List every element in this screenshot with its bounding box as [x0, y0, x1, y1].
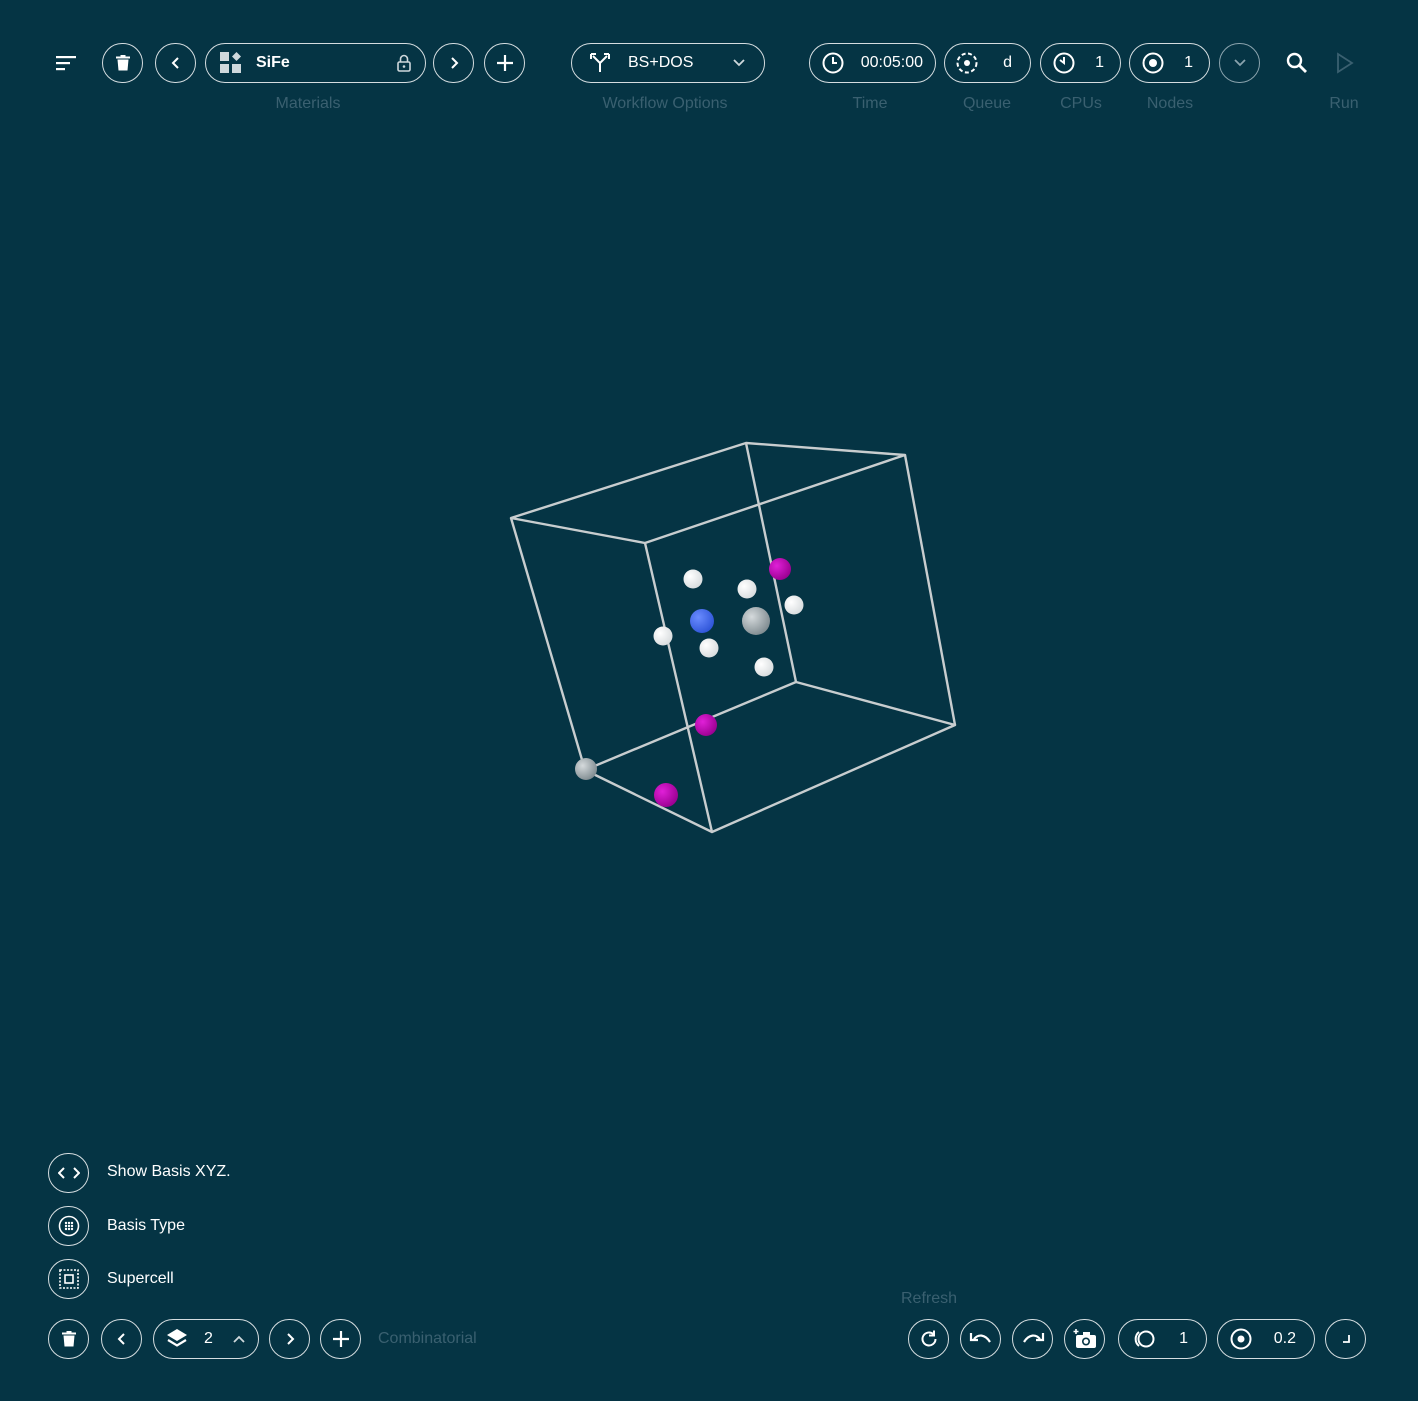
corner-icon [1342, 1335, 1350, 1343]
nodes-caption: Nodes [1146, 95, 1194, 112]
time-limit-value: 00:05:00 [860, 54, 923, 71]
workflow-name: BS+DOS [628, 54, 694, 71]
play-icon[interactable] [1332, 50, 1358, 76]
nodes-icon [1142, 52, 1164, 74]
trash-icon [61, 1331, 76, 1347]
time-limit-field[interactable]: 00:05:00 [809, 43, 936, 83]
basis-type-icon [58, 1215, 79, 1237]
chevron-left-icon [171, 57, 179, 69]
supercell-icon [58, 1269, 79, 1289]
repetition-icon [1134, 1330, 1155, 1348]
atom-gray[interactable] [575, 758, 597, 780]
next-material-button[interactable] [433, 43, 474, 83]
supercell-button[interactable] [48, 1259, 89, 1299]
time-caption: Time [852, 95, 888, 112]
undo-icon [969, 1333, 991, 1343]
nodes-value: 1 [1184, 54, 1193, 71]
layers-icon [167, 1329, 187, 1347]
materials-grid-icon [220, 52, 241, 73]
redo-button[interactable] [1012, 1319, 1053, 1359]
clock-icon [822, 52, 844, 74]
queue-icon [956, 52, 978, 74]
code-icon [57, 1167, 80, 1179]
delete-material-button[interactable] [102, 43, 143, 83]
repetition-value: 1 [1179, 1330, 1188, 1347]
show-basis-button[interactable] [48, 1153, 89, 1193]
supercell-label[interactable]: Supercell [107, 1270, 174, 1288]
atom-blue[interactable] [690, 609, 714, 633]
combinatorial-label[interactable]: Combinatorial [378, 1330, 477, 1348]
cpus-value: 1 [1095, 54, 1104, 71]
search-icon[interactable] [1284, 50, 1310, 76]
repetition-field[interactable]: 1 [1118, 1319, 1207, 1359]
atom-white[interactable] [737, 579, 757, 599]
layer-value: 2 [204, 1330, 213, 1347]
layer-selector[interactable]: 2 [153, 1319, 259, 1359]
menu-icon[interactable] [54, 50, 80, 76]
basis-type-label[interactable]: Basis Type [107, 1217, 185, 1235]
chevron-right-icon [286, 1333, 294, 1345]
redo-icon [1022, 1333, 1044, 1343]
plus-icon [332, 1331, 349, 1347]
previous-layer-button[interactable] [101, 1319, 142, 1359]
chevron-right-icon [450, 57, 458, 69]
screenshot-button[interactable] [1064, 1319, 1105, 1359]
chevron-left-icon [117, 1333, 125, 1345]
lock-icon[interactable] [397, 54, 411, 72]
atom-white[interactable] [699, 638, 719, 658]
workflow-selector[interactable]: BS+DOS [571, 43, 765, 83]
atom-magenta[interactable] [769, 558, 791, 580]
material-name: SiFe [256, 54, 290, 71]
workflow-branch-icon [590, 53, 610, 72]
delete-layer-button[interactable] [48, 1319, 89, 1359]
cpu-timer-icon [1053, 52, 1075, 74]
atom-magenta[interactable] [695, 714, 717, 736]
nodes-field[interactable]: 1 [1129, 43, 1210, 83]
plus-icon [496, 55, 513, 71]
atom-magenta[interactable] [654, 783, 678, 807]
undo-button[interactable] [960, 1319, 1001, 1359]
atom-white[interactable] [784, 595, 804, 615]
chevron-down-icon [733, 59, 745, 67]
refresh-button[interactable] [908, 1319, 949, 1359]
radius-icon [1230, 1328, 1252, 1350]
queue-value: d [1003, 54, 1012, 71]
next-layer-button[interactable] [269, 1319, 310, 1359]
chevron-down-icon [1233, 59, 1246, 67]
more-options-button[interactable] [1219, 43, 1260, 83]
show-basis-label[interactable]: Show Basis XYZ. [107, 1163, 231, 1181]
material-selector[interactable]: SiFe [205, 43, 426, 83]
workflow-options-caption: Workflow Options [602, 95, 728, 112]
add-layer-button[interactable] [320, 1319, 361, 1359]
radius-value: 0.2 [1273, 1330, 1296, 1347]
refresh-icon [921, 1330, 936, 1347]
refresh-caption: Refresh [900, 1290, 958, 1307]
structure-viewer[interactable] [470, 380, 980, 860]
cpus-field[interactable]: 1 [1040, 43, 1121, 83]
queue-field[interactable]: d [944, 43, 1031, 83]
previous-material-button[interactable] [155, 43, 196, 83]
basis-type-button[interactable] [48, 1206, 89, 1246]
atom-gray[interactable] [742, 607, 770, 635]
atom-white[interactable] [683, 569, 703, 589]
add-material-button[interactable] [484, 43, 525, 83]
radius-field[interactable]: 0.2 [1217, 1319, 1315, 1359]
chevron-up-icon[interactable] [232, 1334, 246, 1344]
atom-white[interactable] [653, 626, 673, 646]
trash-icon [115, 55, 130, 71]
corner-button[interactable] [1325, 1319, 1366, 1359]
run-caption: Run [1329, 95, 1359, 112]
atom-white[interactable] [754, 657, 774, 677]
materials-caption: Materials [275, 95, 341, 112]
camera-icon [1073, 1329, 1096, 1348]
cpus-caption: CPUs [1060, 95, 1102, 112]
queue-caption: Queue [962, 95, 1012, 112]
